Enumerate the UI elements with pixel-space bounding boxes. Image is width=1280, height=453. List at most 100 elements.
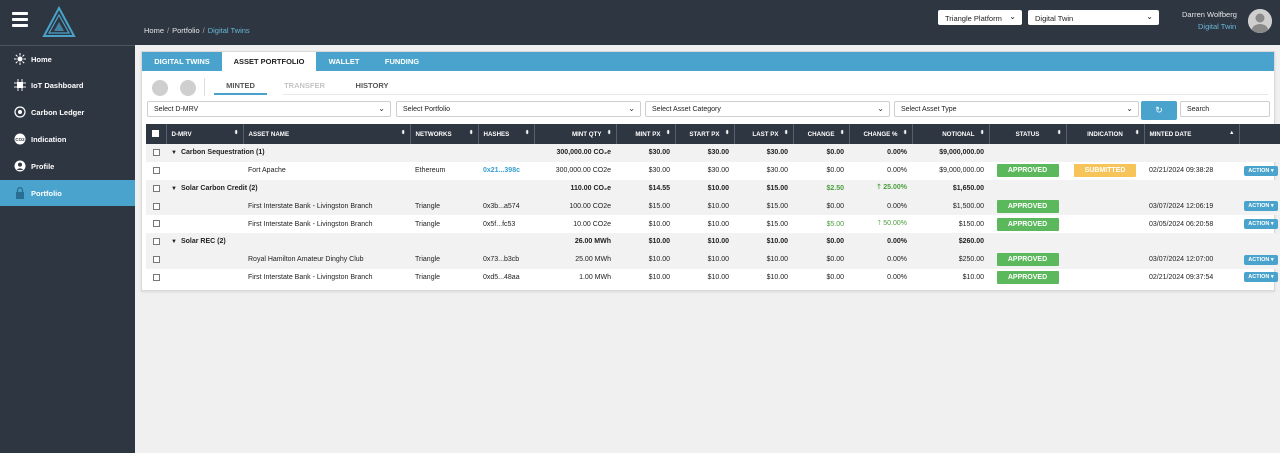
column-start-px[interactable]: START PX ⬍ xyxy=(675,124,735,144)
row-checkbox[interactable] xyxy=(146,250,166,269)
column-asset-name[interactable]: ASSET NAME ⬍ xyxy=(243,124,411,144)
sidebar-item-label: IoT Dashboard xyxy=(31,81,84,90)
caret-down-icon[interactable]: ▼ xyxy=(171,150,177,156)
last-px-cell: $15.00 xyxy=(734,197,793,216)
platform-select[interactable]: Triangle Platform ⌄ xyxy=(938,10,1022,25)
subtab-transfer[interactable]: TRANSFER xyxy=(277,81,332,90)
column-mint-qty[interactable]: MINT QTY ⬍ xyxy=(534,124,617,144)
group-row[interactable]: ▼ Carbon Sequestration (1) 300,000.00 CO₂e… xyxy=(146,144,1280,162)
column-status[interactable]: STATUS ⬍ xyxy=(989,124,1067,144)
action-button[interactable]: ACTION ▾ xyxy=(1244,254,1278,265)
column-notional[interactable]: NOTIONAL ⬍ xyxy=(912,124,990,144)
column-change[interactable]: CHANGE ⬍ xyxy=(793,124,850,144)
mint-qty-cell: 300,000.00 CO₂e xyxy=(534,144,616,162)
column-mint-px[interactable]: MINT PX ⬍ xyxy=(616,124,676,144)
select-all-checkbox[interactable] xyxy=(146,124,167,144)
dmrv-cell xyxy=(166,162,243,180)
sort-icon: ⬍ xyxy=(665,130,671,136)
sort-icon: ⬍ xyxy=(839,130,845,136)
search-placeholder: Search xyxy=(1187,106,1210,113)
hash-cell: 0x5f...fc53 xyxy=(483,220,516,228)
subtab-minted[interactable]: MINTED xyxy=(214,81,267,90)
mint-px-cell: $10.00 xyxy=(648,273,670,281)
action-button[interactable]: ACTION ▾ xyxy=(1244,165,1278,176)
chevron-down-icon: ⌄ xyxy=(378,104,385,113)
menu-icon[interactable] xyxy=(12,12,28,28)
co2-icon[interactable] xyxy=(180,80,196,96)
dmrv-select[interactable]: Select D-MRV ⌄ xyxy=(147,101,391,117)
logo-icon[interactable] xyxy=(42,6,76,38)
asset-name-cell: First Interstate Bank - Livingston Branc… xyxy=(248,220,373,228)
group-row[interactable]: ▼ Solar REC (2) 26.00 MWh $10.00 $10.00 $10.0… xyxy=(146,232,1280,251)
tab-bar: DIGITAL TWINS ASSET PORTFOLIO WALLET FUN… xyxy=(142,52,1274,71)
sidebar-item-carbon-ledger[interactable]: Carbon Ledger xyxy=(0,99,135,125)
view-select[interactable]: Digital Twin ⌄ xyxy=(1028,10,1159,25)
group-name: Solar Carbon Credit (2) xyxy=(180,184,258,192)
group-row[interactable]: ▼ Solar Carbon Credit (2) 110.00 CO₂e $14.5… xyxy=(146,179,1280,198)
start-px-cell: $10.00 xyxy=(675,179,734,198)
network-cell xyxy=(410,179,478,198)
dmrv-cell xyxy=(166,215,243,233)
tab-funding[interactable]: FUNDING xyxy=(372,52,432,71)
action-button[interactable]: ACTION ▾ xyxy=(1244,201,1278,212)
column-dmrv[interactable]: D-MRV ⬍ xyxy=(166,124,244,144)
group-label[interactable]: ▼ Solar Carbon Credit (2) xyxy=(166,179,410,198)
breadcrumb-home[interactable]: Home xyxy=(144,26,164,35)
sort-icon: ⬍ xyxy=(468,130,474,136)
column-hashes[interactable]: HASHES ⬍ xyxy=(478,124,535,144)
sidebar-item-home[interactable]: Home xyxy=(0,46,135,72)
table-row[interactable]: Fort Apache Ethereum 0x21...398c 300,000.00… xyxy=(146,162,1280,180)
row-checkbox[interactable] xyxy=(146,269,166,287)
asset-category-select[interactable]: Select Asset Category ⌄ xyxy=(645,101,890,117)
change-cell: $2.50 xyxy=(793,179,849,198)
refresh-button[interactable]: ↻ xyxy=(1141,101,1177,120)
action-button[interactable]: ACTION ▾ xyxy=(1244,219,1278,230)
search-input[interactable]: Search xyxy=(1180,101,1270,117)
table-row[interactable]: First Interstate Bank - Livingston Branc… xyxy=(146,269,1280,287)
tab-digital-twins[interactable]: DIGITAL TWINS xyxy=(142,52,222,71)
portfolio-select[interactable]: Select Portfolio ⌄ xyxy=(396,101,641,117)
sidebar-item-profile[interactable]: Profile xyxy=(0,153,135,179)
row-checkbox[interactable] xyxy=(146,215,166,233)
action-cell: ACTION ▾ xyxy=(1239,269,1280,287)
minted-date-cell xyxy=(1144,232,1239,251)
row-checkbox[interactable] xyxy=(146,144,166,162)
sidebar-item-indication[interactable]: CO2 Indication xyxy=(0,126,135,152)
table-row[interactable]: Royal Hamilton Amateur Dinghy Club Triang… xyxy=(146,250,1280,269)
status-cell: APPROVED xyxy=(989,162,1066,180)
row-checkbox[interactable] xyxy=(146,179,166,198)
column-last-px[interactable]: LAST PX ⬍ xyxy=(734,124,794,144)
row-checkbox[interactable] xyxy=(146,162,166,180)
hash-cell[interactable]: 0x21...398c xyxy=(478,162,534,180)
group-label[interactable]: ▼ Solar REC (2) xyxy=(166,232,410,251)
caret-down-icon[interactable]: ▼ xyxy=(171,186,177,192)
table-row[interactable]: First Interstate Bank - Livingston Branc… xyxy=(146,215,1280,233)
status-cell: APPROVED xyxy=(989,197,1066,216)
table-row[interactable]: First Interstate Bank - Livingston Branc… xyxy=(146,197,1280,216)
mint-icon[interactable] xyxy=(152,80,168,96)
action-button[interactable]: ACTION ▾ xyxy=(1244,272,1278,283)
breadcrumb-portfolio[interactable]: Portfolio xyxy=(172,26,200,35)
sidebar-item-iot-dashboard[interactable]: IoT Dashboard xyxy=(0,72,135,98)
caret-down-icon[interactable]: ▼ xyxy=(171,239,177,245)
minted-date-cell: 03/05/2024 06:20:58 xyxy=(1149,220,1214,228)
portfolio-select-value: Select Portfolio xyxy=(403,106,451,113)
column-change-pct[interactable]: CHANGE % ⬍ xyxy=(849,124,913,144)
subtab-history[interactable]: HISTORY xyxy=(342,81,402,90)
change-cell: $0.00 xyxy=(826,273,844,281)
avatar[interactable] xyxy=(1248,9,1272,33)
sidebar-item-portfolio[interactable]: Portfolio xyxy=(0,180,135,206)
hash-cell xyxy=(478,232,534,251)
row-checkbox[interactable] xyxy=(146,232,166,251)
tab-asset-portfolio[interactable]: ASSET PORTFOLIO xyxy=(222,52,316,71)
mint-qty-cell: 110.00 CO₂e xyxy=(534,179,616,198)
change-pct-value: 0.00% xyxy=(887,167,907,175)
group-label[interactable]: ▼ Carbon Sequestration (1) xyxy=(166,144,410,162)
column-networks[interactable]: NETWORKS ⬍ xyxy=(410,124,479,144)
column-minted-date[interactable]: MINTED DATE ▲ xyxy=(1144,124,1240,144)
row-checkbox[interactable] xyxy=(146,197,166,216)
tab-wallet[interactable]: WALLET xyxy=(316,52,372,71)
user-role[interactable]: Digital Twin xyxy=(1198,22,1236,31)
column-indication[interactable]: INDICATION ⬍ xyxy=(1066,124,1145,144)
asset-type-select[interactable]: Select Asset Type ⌄ xyxy=(894,101,1139,117)
